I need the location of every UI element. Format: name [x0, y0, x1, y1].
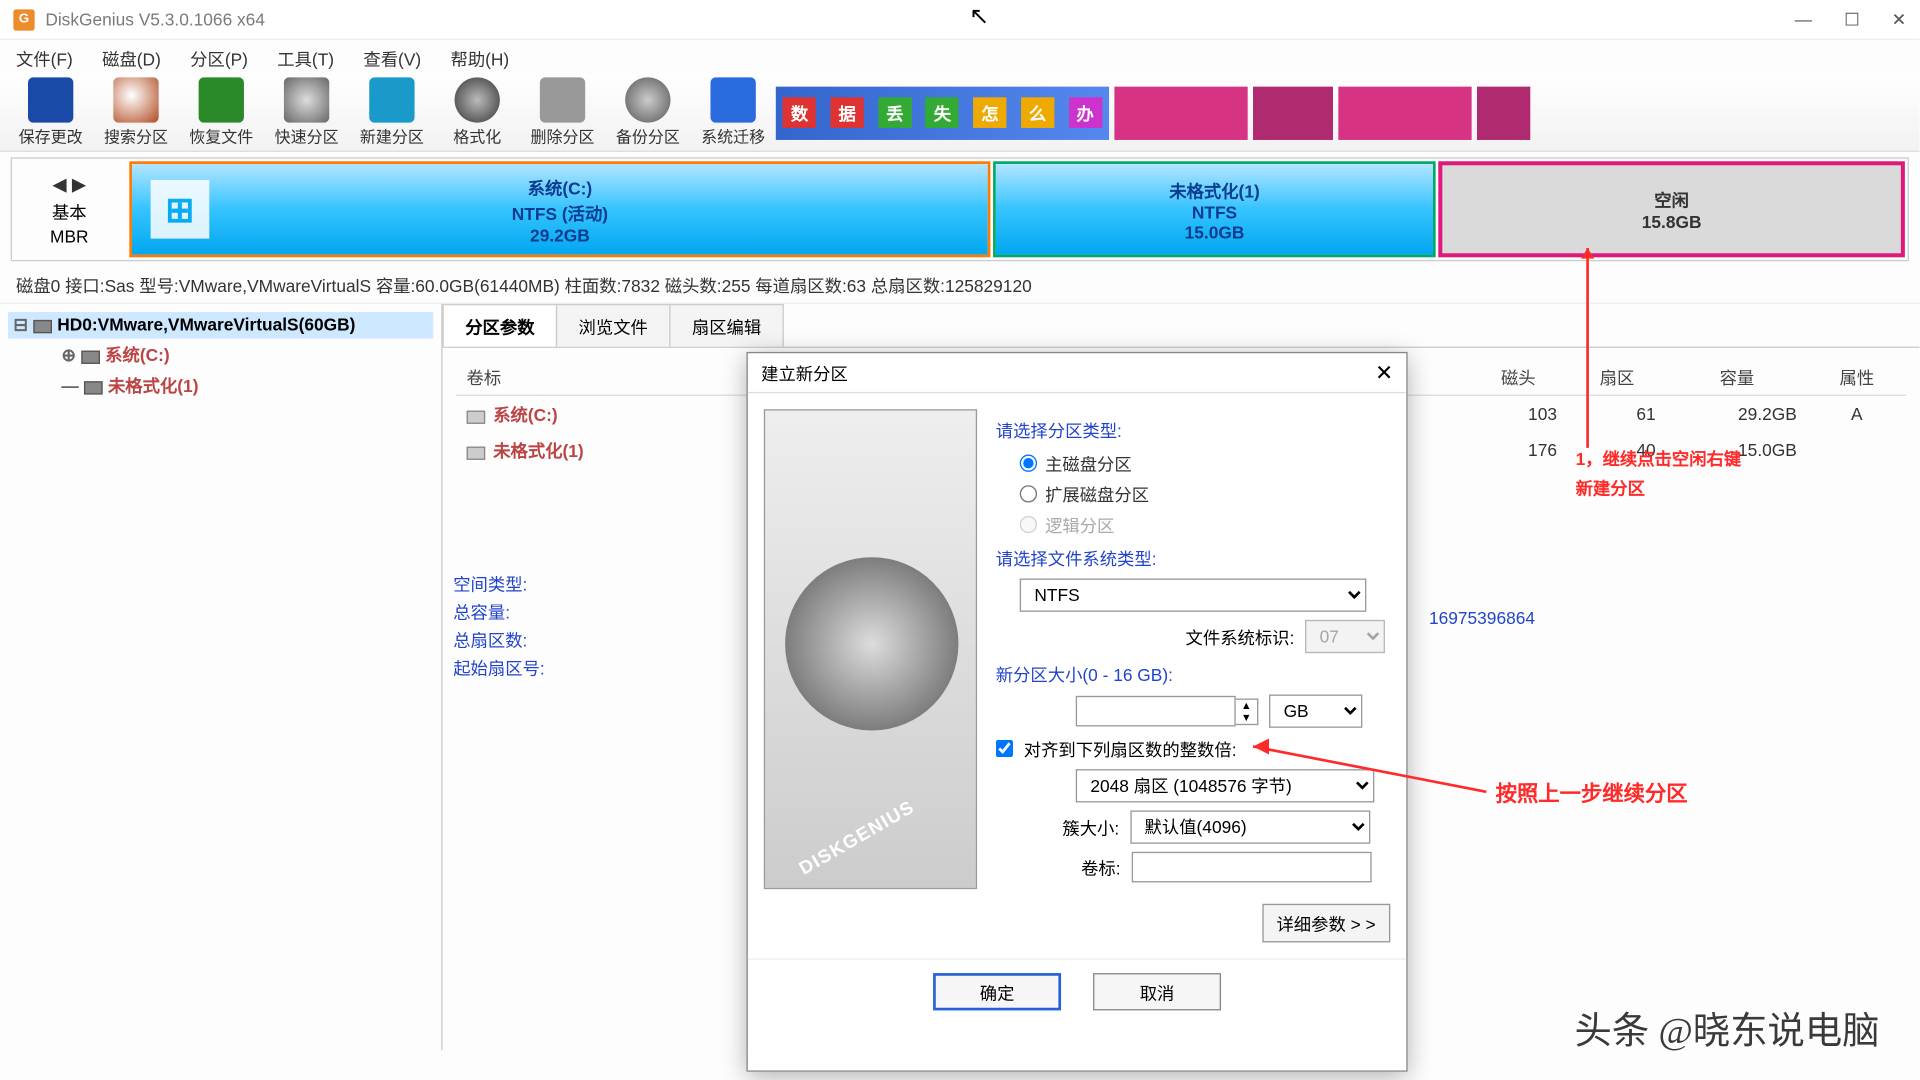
cancel-button[interactable]: 取消	[1093, 973, 1221, 1010]
volume-icon	[84, 381, 103, 394]
dialog-title: 建立新分区	[761, 360, 1375, 385]
label-cluster: 簇大小:	[1062, 814, 1119, 839]
volume-icon	[81, 350, 100, 363]
tool-newpart[interactable]: 新建分区	[349, 77, 434, 148]
tool-save[interactable]: 保存更改	[8, 77, 93, 148]
tree-unformatted[interactable]: —未格式化(1)	[56, 369, 433, 400]
partition-system[interactable]: ⊞ 系统(C:) NTFS (活动) 29.2GB	[129, 161, 990, 257]
maximize-button[interactable]: ☐	[1844, 9, 1860, 30]
sector-count: 16975396864	[1429, 608, 1535, 628]
size-input-group: ▲▼	[1076, 696, 1259, 727]
partition-free[interactable]: 空闲 15.8GB	[1438, 161, 1904, 257]
annotation-step1: 1，继续点击空闲右键 新建分区	[1576, 445, 1742, 504]
select-cluster[interactable]: 默认值(4096)	[1130, 810, 1370, 843]
watermark: 头条 @晓东说电脑	[1575, 1002, 1880, 1055]
disk-map: ◀ ▶ 基本 MBR ⊞ 系统(C:) NTFS (活动) 29.2GB 未格式…	[11, 157, 1909, 261]
tab-browse-files[interactable]: 浏览文件	[556, 304, 671, 347]
arrow-1-icon	[1581, 248, 1594, 452]
input-volume-label[interactable]	[1131, 852, 1371, 883]
advanced-button[interactable]: 详细参数 > >	[1262, 904, 1391, 943]
tool-backup[interactable]: 备份分区	[605, 77, 690, 148]
label-fsid: 文件系统标识:	[1186, 624, 1295, 649]
select-fsid: 07	[1305, 620, 1385, 653]
radio-extended[interactable]: 扩展磁盘分区	[1020, 481, 1391, 506]
tab-sector-edit[interactable]: 扇区编辑	[669, 304, 784, 347]
mouse-cursor: ↖	[969, 3, 989, 31]
toolbar: 保存更改 搜索分区 恢复文件 快速分区 新建分区 格式化 删除分区 备份分区 系…	[0, 75, 1920, 152]
tool-recover[interactable]: 恢复文件	[179, 77, 264, 148]
tool-format[interactable]: 格式化	[435, 77, 520, 148]
nav-arrows-icon[interactable]: ◀ ▶	[52, 173, 86, 196]
radio-primary[interactable]: 主磁盘分区	[1020, 451, 1391, 476]
dialog-close-button[interactable]: ✕	[1375, 359, 1393, 386]
disk-tree: ⊟HD0:VMware,VMwareVirtualS(60GB) ⊕系统(C:)…	[0, 304, 443, 1050]
disk-info-line: 磁盘0 接口:Sas 型号:VMware,VMwareVirtualS 容量:6…	[0, 267, 1920, 304]
close-button[interactable]: ✕	[1892, 9, 1907, 30]
tool-delete[interactable]: 删除分区	[520, 77, 605, 148]
radio-logical: 逻辑分区	[1020, 512, 1391, 537]
window-title: DiskGenius V5.3.0.1066 x64	[45, 9, 1794, 29]
tool-quickpart[interactable]: 快速分区	[264, 77, 349, 148]
label-select-fs: 请选择文件系统类型:	[996, 545, 1391, 570]
select-filesystem[interactable]: NTFS	[1020, 579, 1367, 612]
spin-up-icon[interactable]: ▲	[1236, 699, 1257, 711]
menu-tools[interactable]: 工具(T)	[277, 45, 334, 70]
annotation-step2: 按照上一步继续分区	[1496, 776, 1688, 808]
select-unit[interactable]: GB	[1269, 694, 1362, 727]
windows-icon: ⊞	[151, 180, 210, 239]
arrow-2-icon	[1253, 736, 1493, 807]
ad-banner: 数据 丢失 怎么 办	[776, 75, 1536, 150]
create-partition-dialog: 建立新分区 ✕ DISKGENIUS 请选择分区类型: 主磁盘分区 扩展磁盘分区…	[746, 352, 1407, 1072]
tool-search[interactable]: 搜索分区	[93, 77, 178, 148]
label-select-type: 请选择分区类型:	[996, 417, 1391, 442]
disk-map-header: ◀ ▶ 基本 MBR	[12, 159, 127, 260]
menu-disk[interactable]: 磁盘(D)	[102, 45, 161, 70]
size-input[interactable]	[1076, 696, 1236, 727]
tool-migrate[interactable]: 系统迁移	[690, 77, 775, 148]
volume-icon	[467, 410, 486, 423]
tree-root[interactable]: ⊟HD0:VMware,VMwareVirtualS(60GB)	[8, 312, 433, 339]
volume-icon	[467, 446, 486, 459]
spin-down-icon[interactable]: ▼	[1236, 711, 1257, 723]
menu-help[interactable]: 帮助(H)	[450, 45, 509, 70]
minimize-button[interactable]: —	[1795, 9, 1812, 30]
disk-icon	[33, 319, 52, 332]
space-info: 空间类型: 总容量: 总扇区数: 起始扇区号:	[453, 571, 544, 683]
menu-bar: 文件(F) 磁盘(D) 分区(P) 工具(T) 查看(V) 帮助(H)	[0, 40, 1920, 75]
menu-file[interactable]: 文件(F)	[16, 45, 73, 70]
tab-partition-params[interactable]: 分区参数	[443, 304, 558, 347]
partition-unformatted[interactable]: 未格式化(1) NTFS 15.0GB	[993, 161, 1436, 257]
tree-system[interactable]: ⊕系统(C:)	[56, 339, 433, 370]
dialog-image: DISKGENIUS	[764, 409, 977, 889]
label-volume: 卷标:	[1081, 854, 1120, 879]
app-logo-icon: G	[13, 9, 34, 30]
menu-partition[interactable]: 分区(P)	[190, 45, 248, 70]
title-bar: G DiskGenius V5.3.0.1066 x64 — ☐ ✕	[0, 0, 1920, 40]
label-size: 新分区大小(0 - 16 GB):	[996, 661, 1391, 686]
ok-button[interactable]: 确定	[933, 973, 1061, 1010]
menu-view[interactable]: 查看(V)	[363, 45, 421, 70]
